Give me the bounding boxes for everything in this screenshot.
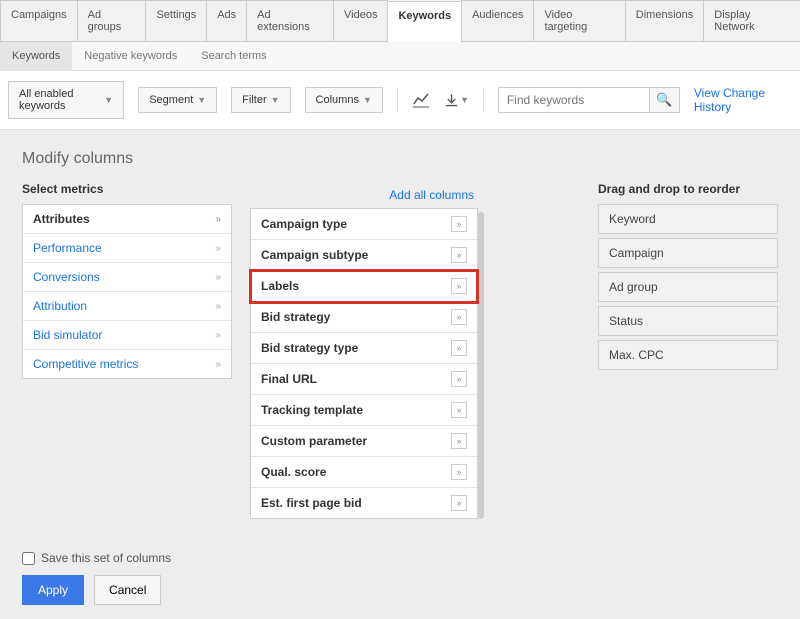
chart-icon[interactable] bbox=[412, 88, 431, 112]
main-tab-campaigns[interactable]: Campaigns bbox=[0, 0, 78, 41]
add-icon[interactable]: » bbox=[451, 340, 467, 356]
category-competitive-metrics[interactable]: Competitive metrics» bbox=[23, 350, 231, 378]
attribute-bid-strategy[interactable]: Bid strategy» bbox=[251, 302, 477, 333]
toolbar: All enabled keywords▼ Segment▼ Filter▼ C… bbox=[0, 70, 800, 130]
attribute-labels[interactable]: Labels» bbox=[251, 271, 477, 302]
select-metrics-heading: Select metrics bbox=[22, 182, 232, 196]
panel-title: Modify columns bbox=[22, 150, 778, 168]
category-bid-simulator[interactable]: Bid simulator» bbox=[23, 321, 231, 350]
chevron-right-icon: » bbox=[215, 301, 221, 312]
save-columns-checkbox-label[interactable]: Save this set of columns bbox=[22, 551, 778, 565]
search-input[interactable] bbox=[499, 88, 649, 112]
attribute-qual-score[interactable]: Qual. score» bbox=[251, 457, 477, 488]
main-tab-dimensions[interactable]: Dimensions bbox=[625, 0, 704, 41]
download-icon[interactable]: ▼ bbox=[445, 88, 469, 112]
reorder-column: Drag and drop to reorder Keyword Campaign… bbox=[598, 182, 778, 374]
main-tab-audiences[interactable]: Audiences bbox=[461, 0, 534, 41]
add-icon[interactable]: » bbox=[451, 371, 467, 387]
main-tab-ads[interactable]: Ads bbox=[206, 0, 247, 41]
main-tab-settings[interactable]: Settings bbox=[145, 0, 207, 41]
segment-dropdown[interactable]: Segment▼ bbox=[138, 87, 217, 113]
category-conversions[interactable]: Conversions» bbox=[23, 263, 231, 292]
category-attributes[interactable]: Attributes» bbox=[23, 205, 231, 234]
attribute-final-url[interactable]: Final URL» bbox=[251, 364, 477, 395]
main-tab-video-targeting[interactable]: Video targeting bbox=[533, 0, 625, 41]
add-icon[interactable]: » bbox=[451, 247, 467, 263]
main-tab-ad-extensions[interactable]: Ad extensions bbox=[246, 0, 334, 41]
divider bbox=[397, 89, 398, 111]
cancel-button[interactable]: Cancel bbox=[94, 575, 161, 605]
columns-dropdown[interactable]: Columns▼ bbox=[305, 87, 383, 113]
chevron-right-icon: » bbox=[215, 243, 221, 254]
caret-down-icon: ▼ bbox=[197, 95, 206, 105]
attribute-bid-strategy-type[interactable]: Bid strategy type» bbox=[251, 333, 477, 364]
caret-down-icon: ▼ bbox=[363, 95, 372, 105]
add-icon[interactable]: » bbox=[451, 309, 467, 325]
chevron-right-icon: » bbox=[215, 330, 221, 341]
divider bbox=[483, 89, 484, 111]
reorder-item-status[interactable]: Status bbox=[598, 306, 778, 336]
reorder-heading: Drag and drop to reorder bbox=[598, 182, 778, 196]
save-columns-checkbox[interactable] bbox=[22, 552, 35, 565]
attribute-campaign-type[interactable]: Campaign type» bbox=[251, 209, 477, 240]
save-columns-text: Save this set of columns bbox=[41, 551, 171, 565]
add-icon[interactable]: » bbox=[451, 433, 467, 449]
caret-down-icon: ▼ bbox=[460, 95, 469, 105]
add-all-columns-link[interactable]: Add all columns bbox=[250, 182, 478, 208]
reorder-item-ad-group[interactable]: Ad group bbox=[598, 272, 778, 302]
chevron-right-icon: » bbox=[215, 359, 221, 370]
search-box: 🔍 bbox=[498, 87, 680, 113]
search-button[interactable]: 🔍 bbox=[649, 88, 679, 112]
add-icon[interactable]: » bbox=[451, 464, 467, 480]
category-attribution[interactable]: Attribution» bbox=[23, 292, 231, 321]
chevron-right-icon: » bbox=[215, 214, 221, 225]
enabled-keywords-dropdown[interactable]: All enabled keywords▼ bbox=[8, 81, 124, 119]
sub-tabs: KeywordsNegative keywordsSearch terms bbox=[0, 42, 800, 70]
apply-button[interactable]: Apply bbox=[22, 575, 84, 605]
attribute-est-first-page-bid[interactable]: Est. first page bid» bbox=[251, 488, 477, 518]
filter-dropdown[interactable]: Filter▼ bbox=[231, 87, 290, 113]
reorder-item-max-cpc[interactable]: Max. CPC bbox=[598, 340, 778, 370]
main-tab-videos[interactable]: Videos bbox=[333, 0, 388, 41]
main-tab-display-network[interactable]: Display Network bbox=[703, 0, 800, 41]
view-change-history-link[interactable]: View Change History bbox=[694, 86, 784, 114]
caret-down-icon: ▼ bbox=[104, 95, 113, 105]
chevron-right-icon: » bbox=[215, 272, 221, 283]
attributes-column: Add all columns Campaign type»Campaign s… bbox=[250, 182, 478, 519]
main-tabs: CampaignsAd groupsSettingsAdsAd extensio… bbox=[0, 0, 800, 42]
main-tab-ad-groups[interactable]: Ad groups bbox=[77, 0, 147, 41]
attribute-campaign-subtype[interactable]: Campaign subtype» bbox=[251, 240, 477, 271]
add-icon[interactable]: » bbox=[451, 278, 467, 294]
attribute-tracking-template[interactable]: Tracking template» bbox=[251, 395, 477, 426]
metrics-categories: Select metrics Attributes»Performance»Co… bbox=[22, 182, 232, 379]
scrollbar[interactable] bbox=[478, 212, 484, 519]
attribute-custom-parameter[interactable]: Custom parameter» bbox=[251, 426, 477, 457]
add-icon[interactable]: » bbox=[451, 402, 467, 418]
category-performance[interactable]: Performance» bbox=[23, 234, 231, 263]
add-icon[interactable]: » bbox=[451, 216, 467, 232]
reorder-item-campaign[interactable]: Campaign bbox=[598, 238, 778, 268]
search-icon: 🔍 bbox=[656, 92, 672, 107]
main-tab-keywords[interactable]: Keywords bbox=[387, 1, 462, 42]
reorder-item-keyword[interactable]: Keyword bbox=[598, 204, 778, 234]
sub-tab-keywords[interactable]: Keywords bbox=[0, 42, 72, 70]
sub-tab-search-terms[interactable]: Search terms bbox=[189, 42, 278, 70]
modify-columns-panel: Modify columns Select metrics Attributes… bbox=[0, 130, 800, 619]
sub-tab-negative-keywords[interactable]: Negative keywords bbox=[72, 42, 189, 70]
caret-down-icon: ▼ bbox=[271, 95, 280, 105]
add-icon[interactable]: » bbox=[451, 495, 467, 511]
